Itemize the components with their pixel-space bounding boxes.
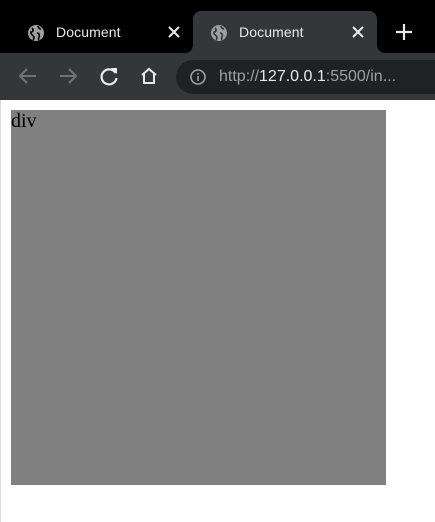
url-host: 127.0.0.1 xyxy=(259,68,326,85)
div-label: div xyxy=(11,110,37,132)
url-rest: :5500/in... xyxy=(325,68,397,85)
tab-document-1[interactable]: Document xyxy=(15,11,193,53)
url-scheme: http:// xyxy=(219,68,260,85)
tab-document-2[interactable]: Document xyxy=(193,11,377,53)
globe-icon xyxy=(28,25,44,41)
address-bar[interactable]: http://127.0.0.1:5500/in... xyxy=(176,60,435,94)
reload-icon[interactable] xyxy=(98,65,120,87)
arrow-left-icon[interactable] xyxy=(17,65,39,87)
plus-icon[interactable] xyxy=(394,22,414,42)
tab-strip: Document Document xyxy=(0,0,435,53)
tab-title: Document xyxy=(56,24,121,40)
home-icon[interactable] xyxy=(138,65,160,87)
globe-icon xyxy=(211,25,227,41)
info-icon[interactable] xyxy=(190,69,206,85)
url-text[interactable]: http://127.0.0.1:5500/in... xyxy=(219,68,396,86)
close-icon[interactable] xyxy=(351,25,365,39)
gray-div: div xyxy=(11,110,386,485)
tab-title: Document xyxy=(239,24,304,40)
arrow-right-icon[interactable] xyxy=(57,65,79,87)
viewport-left-border xyxy=(0,100,1,522)
page-viewport: div xyxy=(0,100,435,522)
browser-toolbar: http://127.0.0.1:5500/in... xyxy=(0,53,435,100)
close-icon[interactable] xyxy=(167,25,181,39)
